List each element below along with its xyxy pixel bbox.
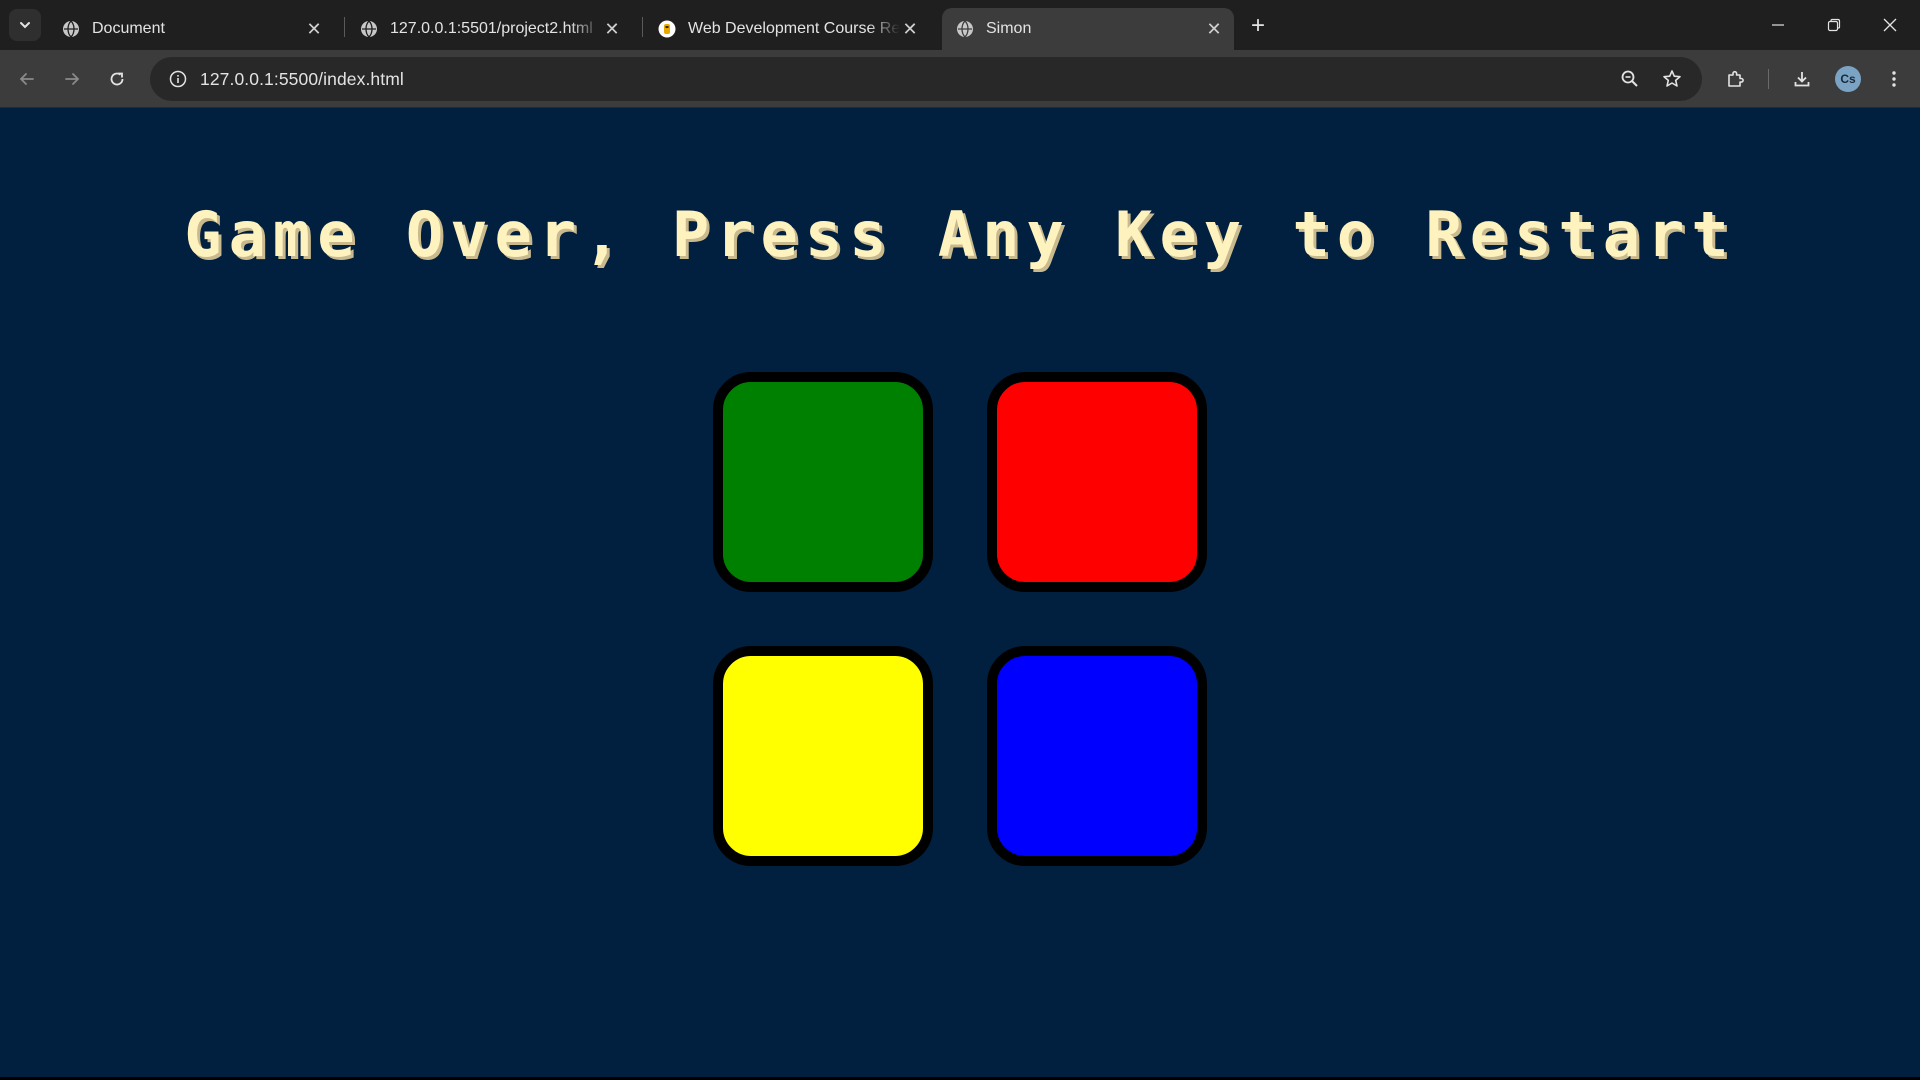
tab-title: Web Development Course Reso [688, 20, 900, 37]
game-page: Game Over, Press Any Key to Restart [0, 108, 1920, 1080]
toolbar-divider [1768, 69, 1769, 89]
close-tab-icon[interactable]: ✕ [1204, 19, 1224, 39]
tab-strip: Document ✕ 127.0.0.1:5501/project2.html … [0, 0, 1920, 50]
arrow-right-icon [65, 73, 80, 85]
arrow-left-icon [19, 73, 34, 85]
globe-icon [956, 20, 974, 38]
puzzle-icon [1728, 70, 1744, 87]
chevron-down-icon [20, 22, 30, 29]
zoom-button[interactable] [1610, 57, 1650, 101]
minimize-button[interactable] [1750, 0, 1806, 50]
extensions-button[interactable] [1718, 62, 1752, 96]
star-icon [1663, 70, 1681, 87]
bookmark-button[interactable] [1652, 57, 1692, 101]
url-text: 127.0.0.1:5500/index.html [200, 68, 404, 89]
tab-title: Simon [986, 20, 1032, 37]
close-tab-icon[interactable]: ✕ [602, 19, 622, 39]
tab-simon[interactable]: Simon ✕ [942, 8, 1234, 50]
reload-button[interactable] [100, 62, 134, 96]
tab-project2[interactable]: 127.0.0.1:5501/project2.html ✕ [346, 8, 632, 50]
green-button[interactable] [713, 372, 933, 592]
restore-button[interactable] [1806, 0, 1862, 50]
forward-button[interactable] [55, 62, 89, 96]
tab-web-dev-course[interactable]: Web Development Course Reso ✕ [644, 8, 930, 50]
close-icon [1883, 18, 1897, 32]
red-button[interactable] [987, 372, 1207, 592]
address-bar[interactable]: 127.0.0.1:5500/index.html [150, 57, 1702, 101]
globe-icon [62, 20, 80, 38]
restore-icon [1827, 18, 1841, 32]
new-tab-button[interactable]: + [1245, 12, 1271, 39]
close-tab-icon[interactable]: ✕ [304, 19, 324, 39]
zoom-out-icon [1621, 70, 1638, 87]
close-window-button[interactable] [1862, 0, 1918, 50]
browser-toolbar: 127.0.0.1:5500/index.html [0, 50, 1920, 108]
globe-icon [360, 20, 378, 38]
tab-search-button[interactable] [9, 9, 41, 41]
yellow-button[interactable] [713, 646, 933, 866]
level-title: Game Over, Press Any Key to Restart [184, 198, 1736, 271]
tab-title: 127.0.0.1:5501/project2.html [390, 20, 593, 37]
downloads-button[interactable] [1785, 62, 1819, 96]
profile-avatar[interactable]: Cs [1835, 66, 1861, 92]
back-button[interactable] [10, 62, 44, 96]
menu-button[interactable] [1877, 62, 1911, 96]
more-vertical-icon [1892, 71, 1896, 87]
course-logo-icon [658, 20, 676, 38]
tab-divider [344, 17, 345, 37]
minimize-icon [1772, 24, 1784, 26]
close-tab-icon[interactable]: ✕ [900, 19, 920, 39]
blue-button[interactable] [987, 646, 1207, 866]
tab-divider [642, 17, 643, 37]
tab-title: Document [92, 20, 165, 37]
tab-document[interactable]: Document ✕ [48, 8, 334, 50]
download-icon [1794, 72, 1810, 87]
reload-icon [110, 72, 124, 86]
site-info-icon[interactable] [156, 57, 200, 101]
